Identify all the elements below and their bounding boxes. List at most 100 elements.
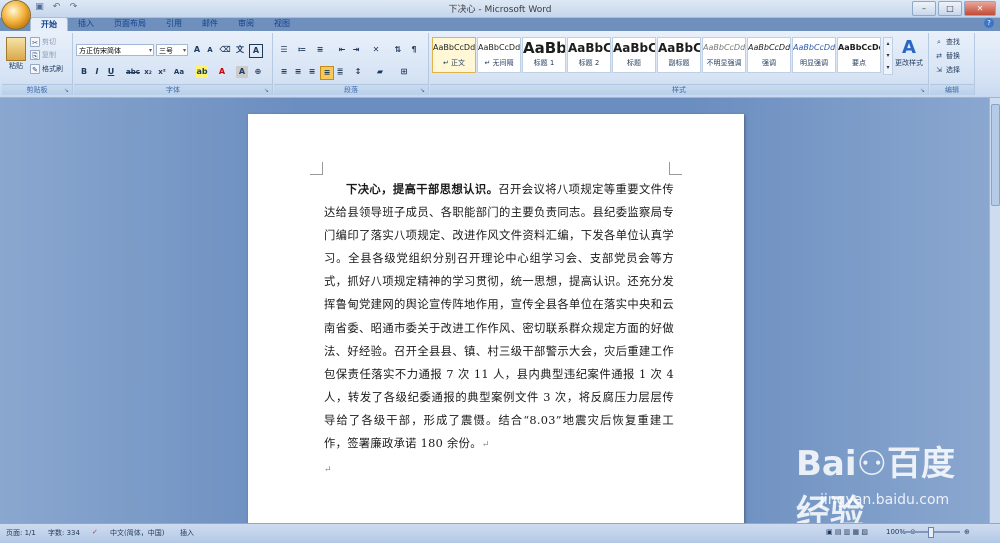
zoom-in-icon[interactable]: ⊕: [964, 528, 970, 536]
tab-mailings[interactable]: 邮件: [192, 17, 228, 31]
window-title: 下决心 - Microsoft Word: [448, 5, 552, 15]
word-count[interactable]: 字数: 334: [48, 528, 80, 538]
style-subtitle[interactable]: AaBbC 副标题: [657, 37, 701, 73]
style-name: ↵ 正文: [442, 59, 466, 67]
copy-button[interactable]: ⎘ 复制: [30, 50, 56, 60]
tab-insert[interactable]: 插入: [68, 17, 104, 31]
page-count[interactable]: 页面: 1/1: [6, 528, 36, 538]
highlight-icon[interactable]: ab: [196, 66, 208, 78]
multilevel-list-icon[interactable]: ≡: [314, 44, 326, 56]
font-group: 方正仿宋简体 ▾ 三号 ▾ A A ⌫ 文 A B I U abc x₂ x² Aa…: [74, 33, 273, 95]
select-button[interactable]: ⇲ 选择: [934, 65, 960, 75]
subscript-icon[interactable]: x₂: [142, 66, 154, 78]
line-spacing-icon[interactable]: ↕: [352, 66, 364, 78]
superscript-icon[interactable]: x²: [156, 66, 168, 78]
style-intense-emphasis[interactable]: AaBbCcDd 明显强调: [792, 37, 836, 73]
tab-review[interactable]: 审阅: [228, 17, 264, 31]
tab-home[interactable]: 开始: [30, 17, 68, 31]
italic-icon[interactable]: I: [91, 66, 103, 78]
scrollbar-thumb[interactable]: [991, 104, 1000, 206]
clear-formatting-icon[interactable]: ⌫: [219, 44, 231, 56]
title-bar: ▣ ↶ ↷ 下决心 - Microsoft Word – □ ✕: [0, 0, 1000, 29]
document-page[interactable]: 下决心，提高干部思想认识。召开会议将八项规定等重要文件传达给县领导班子成员、各职…: [248, 114, 744, 523]
font-color-icon[interactable]: A: [216, 66, 228, 78]
ribbon: 粘贴 ✂ 剪切 ⎘ 复制 ✎ 格式刷 剪贴板 ↘ 方正仿宋简体 ▾ 三号 ▾ A A ⌫ …: [0, 31, 1000, 98]
style-normal[interactable]: AaBbCcDd ↵ 正文: [432, 37, 476, 73]
copy-icon: ⎘: [30, 50, 40, 60]
numbering-icon[interactable]: ≔: [296, 44, 308, 56]
styles-group: AaBbCcDd ↵ 正文 AaBbCcDd ↵ 无间隔 AaBb 标题 1 AaBb…: [430, 33, 929, 95]
clipboard-icon: [6, 37, 26, 61]
shading-icon[interactable]: ▰: [374, 66, 386, 78]
grow-font-icon[interactable]: A: [191, 44, 203, 56]
format-painter-label: 格式刷: [42, 65, 63, 73]
find-button[interactable]: ⌕ 查找: [934, 37, 960, 47]
style-heading-2[interactable]: AaBbC 标题 2: [567, 37, 611, 73]
office-button[interactable]: [2, 1, 30, 29]
document-body[interactable]: 下决心，提高干部思想认识。召开会议将八项规定等重要文件传达给县领导班子成员、各职…: [324, 178, 674, 482]
cursor-icon: ⇲: [936, 66, 942, 74]
paste-button[interactable]: 粘贴: [6, 37, 26, 71]
style-sample: AaBbCcDd: [793, 43, 836, 52]
format-painter-button[interactable]: ✎ 格式刷: [30, 64, 63, 74]
dialog-launcher-icon[interactable]: ↘: [420, 88, 426, 94]
view-buttons[interactable]: ▣ ▤ ▥ ▦ ▧: [826, 528, 868, 536]
change-styles-button[interactable]: A 更改样式: [892, 37, 926, 68]
tab-references[interactable]: 引用: [156, 17, 192, 31]
style-heading-1[interactable]: AaBb 标题 1: [522, 37, 566, 73]
vertical-scrollbar[interactable]: [989, 98, 1000, 523]
align-center-icon[interactable]: ≡: [292, 66, 304, 78]
style-no-spacing[interactable]: AaBbCcDd ↵ 无间隔: [477, 37, 521, 73]
font-name-combo[interactable]: 方正仿宋简体 ▾: [76, 44, 154, 56]
dialog-launcher-icon[interactable]: ↘: [264, 88, 270, 94]
close-button[interactable]: ✕: [964, 1, 996, 16]
character-border-icon[interactable]: A: [249, 44, 263, 58]
font-size-value: 三号: [159, 47, 173, 55]
align-left-icon[interactable]: ≡: [278, 66, 290, 78]
crop-mark: [310, 162, 323, 175]
replace-button[interactable]: ⇄ 替换: [934, 51, 960, 61]
dialog-launcher-icon[interactable]: ↘: [64, 88, 70, 94]
language[interactable]: 中文(简体，中国): [110, 528, 164, 538]
style-strong[interactable]: AaBbCcDd 要点: [837, 37, 881, 73]
distributed-icon[interactable]: ≣: [334, 66, 346, 78]
phonetic-guide-icon[interactable]: 文: [234, 44, 246, 56]
character-shading-icon[interactable]: A: [236, 66, 248, 78]
clipboard-group-label: 剪贴板: [2, 84, 72, 95]
chinese-layout-icon[interactable]: ✕: [370, 44, 382, 56]
style-name: 要点: [852, 59, 866, 67]
style-name: 强调: [762, 59, 776, 67]
borders-icon[interactable]: ⊞: [398, 66, 410, 78]
paragraph-group-label: 段落: [274, 84, 428, 95]
change-case-icon[interactable]: Aa: [173, 66, 185, 78]
zoom-slider[interactable]: [900, 527, 960, 538]
underline-icon[interactable]: U: [105, 66, 117, 78]
cut-button[interactable]: ✂ 剪切: [30, 37, 56, 47]
strikethrough-icon[interactable]: abc: [126, 66, 140, 78]
tab-page-layout[interactable]: 页面布局: [104, 17, 156, 31]
decrease-indent-icon[interactable]: ⇤: [336, 44, 348, 56]
tab-view[interactable]: 视图: [264, 17, 300, 31]
bullets-icon[interactable]: ☰: [278, 44, 290, 56]
enclose-characters-icon[interactable]: ⊕: [252, 66, 264, 78]
help-icon[interactable]: ?: [984, 18, 994, 28]
align-right-icon[interactable]: ≡: [306, 66, 318, 78]
style-subtle-emphasis[interactable]: AaBbCcDd 不明显强调: [702, 37, 746, 73]
zoom-slider-knob[interactable]: [928, 527, 934, 538]
maximize-button[interactable]: □: [938, 1, 962, 16]
bold-icon[interactable]: B: [78, 66, 90, 78]
proofing-icon[interactable]: ✓: [92, 528, 98, 536]
replace-icon: ⇄: [936, 52, 942, 60]
insert-mode[interactable]: 插入: [180, 528, 194, 538]
increase-indent-icon[interactable]: ⇥: [350, 44, 362, 56]
style-emphasis[interactable]: AaBbCcDd 强调: [747, 37, 791, 73]
font-name-value: 方正仿宋简体: [79, 47, 121, 55]
style-title[interactable]: AaBbC 标题: [612, 37, 656, 73]
minimize-button[interactable]: –: [912, 1, 936, 16]
dialog-launcher-icon[interactable]: ↘: [920, 88, 926, 94]
show-formatting-icon[interactable]: ¶: [408, 44, 420, 56]
sort-icon[interactable]: ⇅: [392, 44, 404, 56]
justify-icon[interactable]: ≡: [320, 66, 334, 80]
shrink-font-icon[interactable]: A: [204, 44, 216, 56]
font-size-combo[interactable]: 三号 ▾: [156, 44, 188, 56]
